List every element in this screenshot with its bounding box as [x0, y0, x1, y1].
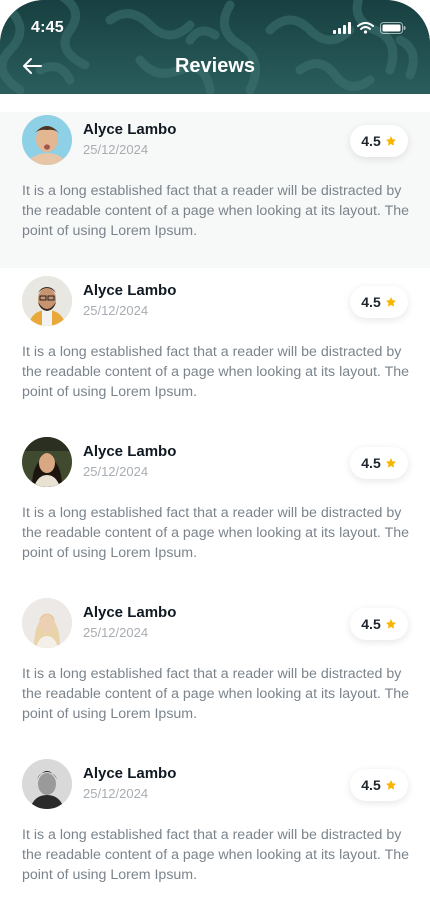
rating-badge: 4.5	[350, 769, 408, 801]
review-card: Alyce Lambo 25/12/2024 4.5 It is a long …	[0, 94, 430, 268]
star-icon	[385, 780, 396, 790]
review-text: It is a long established fact that a rea…	[22, 344, 410, 400]
rating-badge: 4.5	[350, 125, 408, 157]
review-text: It is a long established fact that a rea…	[22, 827, 410, 883]
header: 4:45 Reviews	[0, 0, 430, 94]
rating-value: 4.5	[361, 294, 381, 310]
review-card: Alyce Lambo 25/12/2024 4.5 It is a long …	[0, 429, 430, 590]
rating-value: 4.5	[361, 777, 381, 793]
review-date: 25/12/2024	[83, 464, 149, 479]
star-icon	[385, 136, 396, 146]
cellular-signal-icon	[333, 22, 351, 34]
reviewer-name: Alyce Lambo	[83, 121, 177, 138]
reviews-list: Alyce Lambo 25/12/2024 4.5 It is a long …	[0, 94, 430, 900]
rating-value: 4.5	[361, 616, 381, 632]
status-icons	[333, 22, 406, 34]
rating-value: 4.5	[361, 133, 381, 149]
rating-badge: 4.5	[350, 447, 408, 479]
review-date: 25/12/2024	[83, 303, 149, 318]
review-card: Alyce Lambo 25/12/2024 4.5 It is a long …	[0, 590, 430, 751]
avatar	[22, 115, 72, 165]
header-pattern	[0, 0, 430, 94]
reviewer-name: Alyce Lambo	[83, 443, 177, 460]
reviewer-name: Alyce Lambo	[83, 604, 177, 621]
phone-screen: 4:45 Reviews Alyce Lambo 25/12/2024 4.5 …	[0, 0, 430, 900]
avatar	[22, 598, 72, 648]
avatar	[22, 276, 72, 326]
review-date: 25/12/2024	[83, 786, 149, 801]
rating-badge: 4.5	[350, 286, 408, 318]
wifi-icon	[357, 22, 374, 34]
review-text: It is a long established fact that a rea…	[22, 505, 410, 561]
rating-badge: 4.5	[350, 608, 408, 640]
star-icon	[385, 619, 396, 629]
review-date: 25/12/2024	[83, 625, 149, 640]
review-card: Alyce Lambo 25/12/2024 4.5 It is a long …	[0, 751, 430, 900]
avatar	[22, 759, 72, 809]
page-title: Reviews	[174, 55, 256, 77]
status-time: 4:45	[31, 19, 64, 36]
star-icon	[385, 297, 396, 307]
battery-icon	[380, 22, 406, 34]
review-text: It is a long established fact that a rea…	[22, 666, 410, 722]
rating-value: 4.5	[361, 455, 381, 471]
reviewer-name: Alyce Lambo	[83, 765, 177, 782]
review-text: It is a long established fact that a rea…	[22, 183, 410, 239]
reviewer-name: Alyce Lambo	[83, 282, 177, 299]
review-card: Alyce Lambo 25/12/2024 4.5 It is a long …	[0, 268, 430, 429]
avatar	[22, 437, 72, 487]
review-date: 25/12/2024	[83, 142, 149, 157]
star-icon	[385, 458, 396, 468]
